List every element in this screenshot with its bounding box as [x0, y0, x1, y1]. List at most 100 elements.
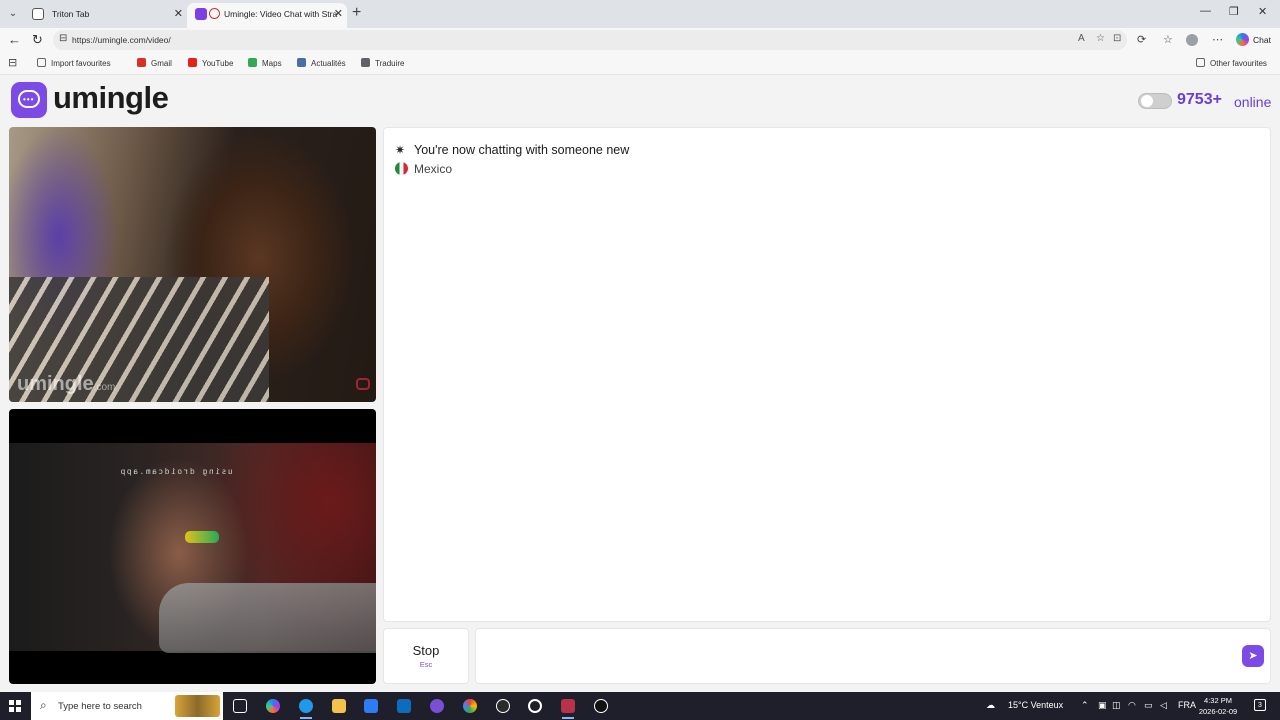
copilot-taskbar-icon[interactable]	[266, 699, 280, 713]
read-aloud-icon[interactable]: A	[1078, 33, 1085, 44]
volume-icon[interactable]: ◁	[1160, 700, 1167, 711]
chat-log: ✷ You're now chatting with someone new Me…	[383, 127, 1271, 622]
weather-text[interactable]: 15°C Venteux	[1008, 700, 1063, 710]
search-placeholder: Type here to search	[58, 701, 142, 712]
back-arrow-icon[interactable]: ←	[8, 32, 21, 47]
clock-time: 4:32 PM	[1204, 696, 1232, 705]
close-tab-icon[interactable]: ✕	[334, 3, 343, 25]
favourites-icon[interactable]: ☆	[1163, 33, 1173, 46]
tab-title: Umingle: Video Chat with Stra	[224, 9, 338, 19]
file-explorer-icon[interactable]	[332, 699, 346, 713]
triton-tab-favicon	[32, 8, 44, 20]
stranger-video: umingle.com	[9, 127, 376, 402]
tab-umingle[interactable]: Umingle: Video Chat with Stra ✕	[187, 3, 347, 28]
clock-date: 2026-02-09	[1198, 707, 1238, 716]
close-window-icon[interactable]: ✕	[1258, 5, 1267, 18]
umingle-page: ••• umingle 9753+ online umingle.com usi…	[0, 75, 1280, 692]
favourite-star-icon[interactable]: ☆	[1096, 33, 1105, 44]
youtube-icon	[188, 58, 197, 67]
windows-start-icon[interactable]	[9, 700, 21, 712]
news-icon	[297, 58, 306, 67]
bookmark-traduire[interactable]: Traduire	[361, 58, 405, 68]
more-options-icon[interactable]: ⋯	[1212, 33, 1223, 46]
self-video: using droidcam.app	[9, 409, 376, 684]
display-icon[interactable]: ▭	[1144, 700, 1153, 711]
app-dark-icon[interactable]	[594, 699, 608, 713]
taskbar-search-box[interactable]: ⌕ Type here to search	[31, 692, 223, 720]
search-icon: ⌕	[40, 698, 47, 712]
mexico-flag-icon	[395, 162, 408, 175]
windows-taskbar: ⌕ Type here to search ☁ 15°C Venteux ⌃ ▣…	[0, 692, 1280, 720]
chrome-icon[interactable]	[463, 699, 477, 713]
minimize-icon[interactable]: —	[1200, 5, 1211, 17]
show-hidden-icons-icon[interactable]: ⌃	[1081, 700, 1089, 711]
site-info-icon[interactable]: ⊟	[59, 33, 67, 44]
new-tab-button[interactable]: +	[352, 4, 361, 22]
browser-toolbar: ← ↻ ⊟ https://umingle.com/video/ A ☆ ⊡ ⟳…	[0, 28, 1280, 52]
bookmark-youtube[interactable]: YouTube	[188, 58, 233, 68]
chat-button-label[interactable]: Chat	[1253, 35, 1271, 45]
extensions-icon[interactable]: ⟳	[1137, 33, 1146, 46]
recorder-app-icon[interactable]	[561, 699, 575, 719]
recording-icon	[209, 8, 220, 19]
bookmark-gmail[interactable]: Gmail	[137, 58, 172, 68]
notification-center-icon[interactable]: 3	[1254, 699, 1266, 711]
discord-icon[interactable]	[430, 699, 444, 713]
taskbar-clock[interactable]: 4:32 PM 2026-02-09	[1196, 695, 1240, 717]
droidcam-caption: using droidcam.app	[119, 467, 233, 476]
message-box[interactable]: ➤	[475, 628, 1271, 684]
stop-button[interactable]: Stop Esc	[383, 628, 469, 684]
folder-icon	[1196, 58, 1205, 67]
tray-app-icon[interactable]: ▣	[1098, 700, 1107, 711]
copilot-icon[interactable]	[1236, 33, 1249, 46]
network-icon[interactable]: ◫	[1112, 700, 1121, 711]
mail-icon[interactable]	[397, 699, 411, 713]
watermark-logo-icon	[356, 378, 370, 390]
bookmark-actualites[interactable]: Actualités	[297, 58, 346, 68]
task-view-icon[interactable]	[233, 699, 247, 713]
bookmark-maps[interactable]: Maps	[248, 58, 282, 68]
online-counter: 9753+ online	[1138, 91, 1272, 113]
microsoft-store-icon[interactable]	[364, 699, 378, 713]
message-input[interactable]	[484, 637, 1224, 675]
online-count: 9753+	[1177, 91, 1222, 108]
edge-browser-icon[interactable]	[299, 699, 313, 719]
collections-icon[interactable]: ⊟	[8, 56, 17, 69]
import-icon	[37, 58, 46, 67]
umingle-watermark: umingle.com	[17, 373, 116, 395]
search-highlight-image	[175, 695, 220, 717]
address-bar[interactable]: ⊟ https://umingle.com/video/ A ☆ ⊡	[53, 30, 1127, 50]
close-tab-icon[interactable]: ✕	[174, 3, 183, 25]
send-button[interactable]: ➤	[1242, 645, 1264, 667]
input-language[interactable]: FRA	[1178, 700, 1196, 710]
app-circle-icon[interactable]	[528, 699, 542, 713]
refresh-icon[interactable]: ↻	[32, 32, 43, 48]
obs-icon[interactable]	[496, 699, 510, 713]
bookmarks-bar: ⊟ Import favourites Gmail YouTube Maps A…	[0, 52, 1280, 75]
split-screen-icon[interactable]: ⊡	[1113, 33, 1121, 44]
tab-actions-menu-icon[interactable]: ⌄	[5, 6, 21, 22]
maps-icon	[248, 58, 257, 67]
bookmark-import-favourites[interactable]: Import favourites	[37, 58, 111, 68]
tab-title: Triton Tab	[52, 9, 90, 19]
sparkle-icon: ✷	[395, 143, 406, 157]
browser-tab-strip: ⌄ Triton Tab ✕ Umingle: Video Chat with …	[0, 0, 1280, 28]
umingle-tab-favicon	[195, 8, 207, 20]
tab-triton[interactable]: Triton Tab ✕	[24, 3, 187, 28]
other-favourites-folder[interactable]: Other favourites	[1196, 58, 1267, 68]
online-label: online	[1234, 94, 1272, 110]
maximize-icon[interactable]: ❐	[1229, 5, 1239, 18]
weather-icon[interactable]: ☁	[986, 700, 995, 711]
logo-text: umingle	[53, 80, 169, 115]
stranger-country: Mexico	[395, 162, 452, 176]
stop-shortcut-hint: Esc	[419, 660, 433, 669]
wifi-icon[interactable]: ◠	[1128, 700, 1136, 711]
translate-icon	[361, 58, 370, 67]
send-arrow-icon: ➤	[1248, 650, 1258, 662]
chat-status-message: ✷ You're now chatting with someone new	[395, 143, 630, 157]
notification-count: 3	[1258, 702, 1262, 709]
profile-avatar[interactable]	[1186, 34, 1198, 46]
gmail-icon	[137, 58, 146, 67]
stop-label: Stop	[412, 643, 440, 658]
theme-toggle[interactable]	[1138, 93, 1172, 109]
